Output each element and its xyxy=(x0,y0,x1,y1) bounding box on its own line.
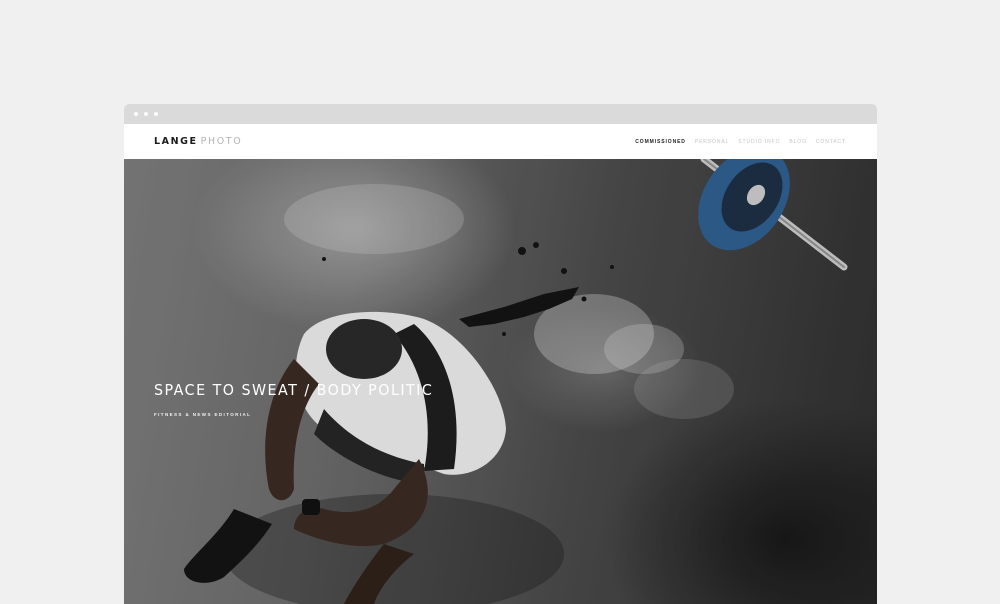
hero-title: SPACE TO SWEAT / BODY POLITIC xyxy=(154,381,434,399)
main-nav: COMMISSIONED PERSONAL STUDIO INFO BLOG C… xyxy=(635,139,846,145)
window-maximize-dot[interactable] xyxy=(154,112,158,116)
logo-secondary-text: PHOTO xyxy=(200,136,243,147)
nav-item-contact[interactable]: CONTACT xyxy=(816,139,846,145)
site-header: LANGE PHOTO COMMISSIONED PERSONAL STUDIO … xyxy=(124,124,877,159)
nav-item-personal[interactable]: PERSONAL xyxy=(695,139,729,145)
hero-section[interactable]: SPACE TO SWEAT / BODY POLITIC FITNESS & … xyxy=(124,159,877,604)
nav-item-blog[interactable]: BLOG xyxy=(789,139,807,145)
window-minimize-dot[interactable] xyxy=(144,112,148,116)
hero-subtitle: FITNESS & NEWS EDITORIAL xyxy=(154,412,252,417)
window-close-dot[interactable] xyxy=(134,112,138,116)
browser-window: LANGE PHOTO COMMISSIONED PERSONAL STUDIO … xyxy=(124,104,877,604)
logo-primary-text: LANGE xyxy=(154,136,198,147)
site-logo[interactable]: LANGE PHOTO xyxy=(154,136,242,147)
nav-item-studio-info[interactable]: STUDIO INFO xyxy=(738,139,780,145)
browser-title-bar xyxy=(124,104,877,124)
nav-item-commissioned[interactable]: COMMISSIONED xyxy=(635,139,686,145)
